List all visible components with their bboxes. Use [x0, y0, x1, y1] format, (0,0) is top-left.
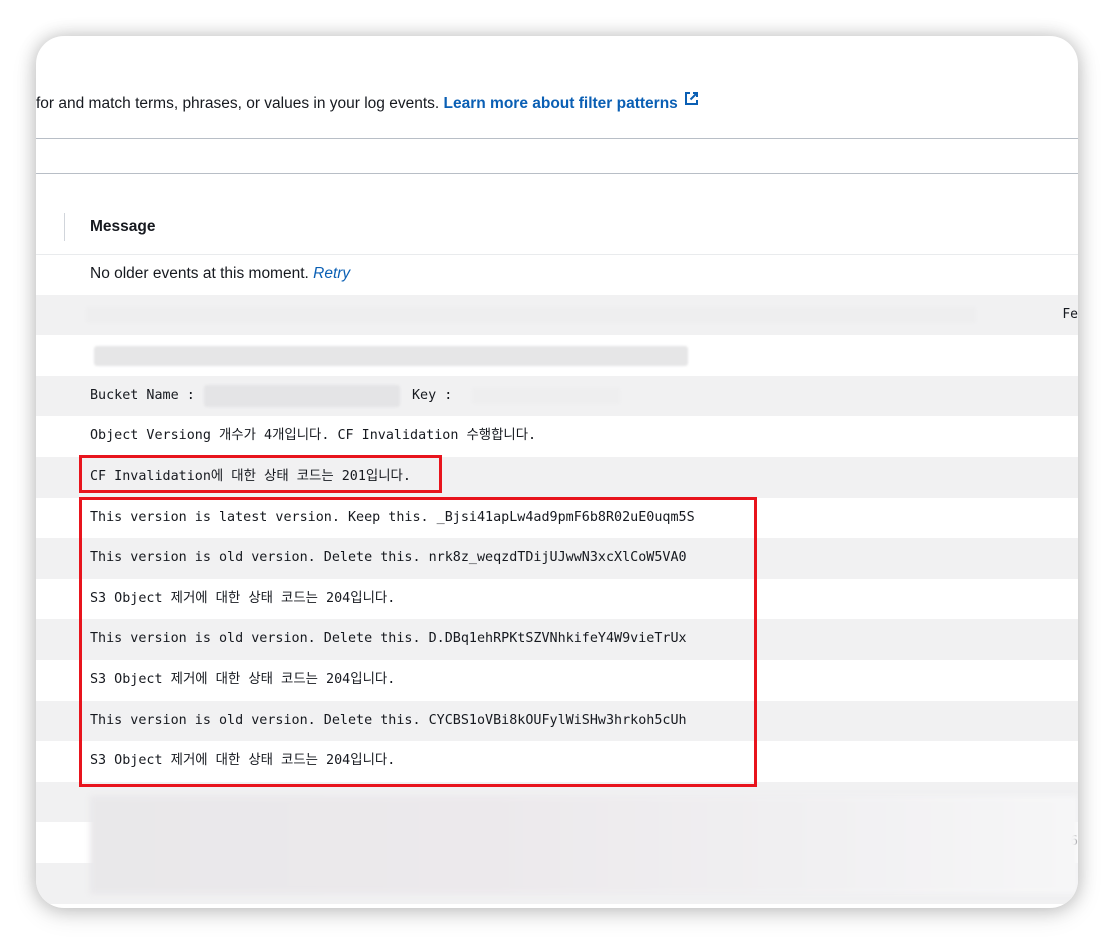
- table-header: Message: [36, 200, 1078, 255]
- log-message: This version is latest version. Keep thi…: [90, 509, 695, 525]
- table-row[interactable]: Bucket Name : Key :: [36, 375, 1078, 417]
- table-row[interactable]: Object Versiong 개수가 4개입니다. CF Invalidati…: [36, 416, 1078, 457]
- table-row[interactable]: S3 Object 제거에 대한 상태 코드는 204입니다.: [36, 579, 1078, 620]
- redacted-text: [94, 346, 688, 367]
- log-message: This version is old version. Delete this…: [90, 712, 687, 728]
- table-row[interactable]: This version is old version. Delete this…: [36, 700, 1078, 742]
- log-message: S3 Object 제거에 대한 상태 코드는 204입니다.: [90, 753, 396, 769]
- table-row[interactable]: Fe: [36, 294, 1078, 336]
- filter-description-text: for and match terms, phrases, or values …: [36, 95, 440, 112]
- column-header-message[interactable]: Message: [90, 200, 155, 254]
- external-link-icon: [684, 86, 699, 118]
- table-row[interactable]: This version is latest version. Keep thi…: [36, 498, 1078, 539]
- redacted-key: [472, 387, 620, 404]
- redacted-text: [86, 306, 976, 323]
- learn-more-link[interactable]: Learn more about filter patterns: [443, 92, 699, 112]
- log-events-panel: for and match terms, phrases, or values …: [36, 36, 1078, 908]
- learn-more-link-label: Learn more about filter patterns: [443, 95, 678, 112]
- log-message: This version is old version. Delete this…: [90, 550, 687, 566]
- log-message: S3 Object 제거에 대한 상태 코드는 204입니다.: [90, 671, 396, 687]
- table-row[interactable]: CF Invalidation에 대한 상태 코드는 201입니다.: [36, 456, 1078, 498]
- table-row: No older events at this moment. Retry: [36, 254, 1078, 295]
- redacted-region: [90, 796, 1078, 894]
- log-message: Object Versiong 개수가 4개입니다. CF Invalidati…: [90, 428, 537, 444]
- retry-link[interactable]: Retry: [313, 265, 350, 282]
- filter-description: for and match terms, phrases, or values …: [36, 88, 699, 120]
- table-row[interactable]: [36, 335, 1078, 376]
- no-older-events-text: No older events at this moment.: [90, 265, 309, 282]
- no-older-events-message: No older events at this moment. Retry: [90, 254, 350, 294]
- column-resize-handle[interactable]: [64, 213, 65, 241]
- table-row[interactable]: S3 Object 제거에 대한 상태 코드는 204입니다.: [36, 741, 1078, 782]
- table-row[interactable]: S3 Object 제거에 대한 상태 코드는 204입니다.: [36, 660, 1078, 701]
- filter-events-input[interactable]: [36, 138, 1078, 174]
- log-message: CF Invalidation에 대한 상태 코드는 201입니다.: [90, 468, 411, 484]
- table-row[interactable]: This version is old version. Delete this…: [36, 619, 1078, 660]
- redacted-bucket-name: [204, 384, 400, 407]
- key-label: Key :: [412, 387, 453, 403]
- log-message: S3 Object 제거에 대한 상태 코드는 204입니다.: [90, 590, 396, 606]
- bucket-name-label: Bucket Name :: [90, 387, 195, 403]
- table-row[interactable]: This version is old version. Delete this…: [36, 538, 1078, 579]
- truncated-text: Fe: [1062, 306, 1078, 322]
- log-message: This version is old version. Delete this…: [90, 631, 687, 647]
